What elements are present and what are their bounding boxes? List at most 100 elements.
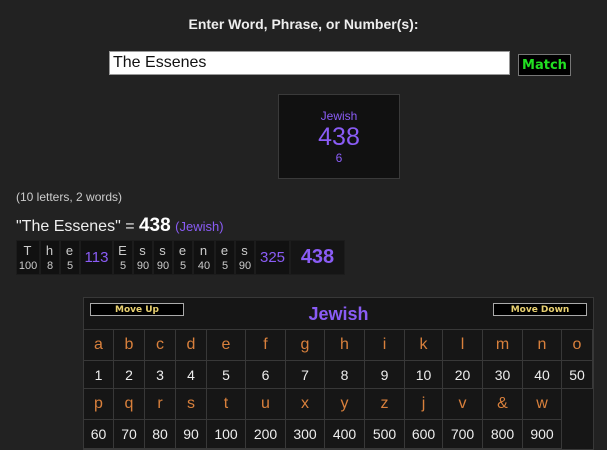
result-cipher-name[interactable]: Jewish xyxy=(279,109,399,123)
cipher-letter: k xyxy=(405,330,443,361)
cipher-value: 4 xyxy=(176,361,207,389)
breakdown-letter-value: 100 xyxy=(18,259,38,272)
result-value: 438 xyxy=(318,123,360,151)
cipher-letter: p xyxy=(84,389,114,420)
breakdown-letter: e5 xyxy=(215,240,235,275)
cipher-letter: j xyxy=(405,389,443,420)
breakdown-letter-value: 90 xyxy=(156,259,170,272)
phrase-input[interactable] xyxy=(109,51,510,75)
cipher-value: 900 xyxy=(523,420,562,449)
cipher-letter: s xyxy=(176,389,207,420)
breakdown-letter-char: n xyxy=(199,242,209,258)
cipher-value: 300 xyxy=(286,420,325,449)
cipher-value: 700 xyxy=(443,420,483,449)
summary-cipher: (Jewish) xyxy=(175,219,224,234)
prompt-label: Enter Word, Phrase, or Number(s): xyxy=(188,16,419,32)
move-down-button[interactable]: Move Down xyxy=(493,303,587,316)
breakdown-letter-char: T xyxy=(23,242,33,258)
cipher-chart: Move Up Jewish Move Down abcdefghiklmno1… xyxy=(83,297,594,450)
breakdown-letter-value: 5 xyxy=(221,259,229,272)
cipher-value: 400 xyxy=(325,420,365,449)
breakdown-letter-value: 8 xyxy=(46,259,54,272)
cipher-value: 50 xyxy=(562,361,593,389)
cipher-value: 20 xyxy=(443,361,483,389)
result-reduction: 6 xyxy=(335,151,343,165)
breakdown-letter-char: h xyxy=(45,242,55,258)
breakdown-letter-char: e xyxy=(65,242,75,258)
cipher-letter: h xyxy=(325,330,365,361)
cipher-letter: x xyxy=(286,389,325,420)
breakdown-letter-char: e xyxy=(178,242,188,258)
cipher-value: 5 xyxy=(207,361,246,389)
breakdown-word-total: 325 xyxy=(255,240,290,275)
breakdown-letter: s 90 xyxy=(153,240,173,275)
breakdown-letter: h8 xyxy=(40,240,60,275)
cipher-letter: d xyxy=(176,330,207,361)
breakdown-letter-char: s xyxy=(159,242,167,258)
cipher-letter: & xyxy=(483,389,523,420)
cipher-letter: z xyxy=(365,389,405,420)
cipher-letter: r xyxy=(145,389,176,420)
cipher-letter: a xyxy=(84,330,114,361)
result-box: Jewish 438 6 xyxy=(278,94,400,179)
breakdown-grand-total: 438 xyxy=(290,240,345,275)
cipher-letter: w xyxy=(523,389,562,420)
cipher-value: 8 xyxy=(325,361,365,389)
cipher-letter: n xyxy=(523,330,562,361)
cipher-letter: c xyxy=(145,330,176,361)
breakdown-letter-char: E xyxy=(118,242,128,258)
cipher-letter: g xyxy=(286,330,325,361)
letter-word-count: (10 letters, 2 words) xyxy=(16,190,123,204)
breakdown-word-total: 113 xyxy=(80,240,113,275)
cipher-value: 200 xyxy=(246,420,286,449)
cipher-letter: v xyxy=(443,389,483,420)
cipher-letter: l xyxy=(443,330,483,361)
breakdown-letter-value: 5 xyxy=(179,259,187,272)
breakdown-letter: T 100 xyxy=(16,240,40,275)
cipher-value: 100 xyxy=(207,420,246,449)
breakdown-letter: e5 xyxy=(173,240,193,275)
match-button[interactable]: Match xyxy=(518,54,571,76)
cipher-value: 7 xyxy=(286,361,325,389)
cipher-value: 6 xyxy=(246,361,286,389)
cipher-letter: u xyxy=(246,389,286,420)
cipher-letter: e xyxy=(207,330,246,361)
cipher-value: 2 xyxy=(114,361,145,389)
cipher-value: 70 xyxy=(114,420,145,449)
summary-value: 438 xyxy=(138,215,171,236)
breakdown-letter-value: 40 xyxy=(197,259,211,272)
breakdown-letter: n 40 xyxy=(193,240,215,275)
cipher-value: 500 xyxy=(365,420,405,449)
breakdown-letter-value: 5 xyxy=(119,259,127,272)
cipher-value: 80 xyxy=(145,420,176,449)
breakdown-letter-value: 5 xyxy=(66,259,74,272)
breakdown-letter-char: s xyxy=(241,242,249,258)
cipher-letter: o xyxy=(562,330,593,361)
cipher-letter: t xyxy=(207,389,246,420)
cipher-letter: i xyxy=(365,330,405,361)
breakdown-letter-char: e xyxy=(220,242,230,258)
cipher-value: 800 xyxy=(483,420,523,449)
cipher-value: 40 xyxy=(523,361,562,389)
cipher-letter: b xyxy=(114,330,145,361)
cipher-value: 3 xyxy=(145,361,176,389)
cipher-letter: q xyxy=(114,389,145,420)
cipher-value: 10 xyxy=(405,361,443,389)
cipher-value: 90 xyxy=(176,420,207,449)
cipher-value: 60 xyxy=(84,420,114,449)
breakdown-letter: e5 xyxy=(60,240,80,275)
cipher-letter: y xyxy=(325,389,365,420)
summary-line: "The Essenes" = 438 (Jewish) xyxy=(16,215,224,237)
breakdown-letter: s 90 xyxy=(235,240,255,275)
breakdown-letter: E5 xyxy=(113,240,133,275)
cipher-value: 600 xyxy=(405,420,443,449)
breakdown-letter-char: s xyxy=(139,242,147,258)
cipher-value: 30 xyxy=(483,361,523,389)
cipher-letter: f xyxy=(246,330,286,361)
breakdown-letter: s 90 xyxy=(133,240,153,275)
breakdown-letter-value: 90 xyxy=(238,259,252,272)
cipher-value: 9 xyxy=(365,361,405,389)
breakdown-letter-value: 90 xyxy=(136,259,150,272)
summary-phrase: "The Essenes" = xyxy=(16,218,139,235)
breakdown-table: T 100 h 8 e 5 113 E 5 s 90 s 90 e 5 n 40 e 5 s 90 325 438 xyxy=(16,240,345,275)
